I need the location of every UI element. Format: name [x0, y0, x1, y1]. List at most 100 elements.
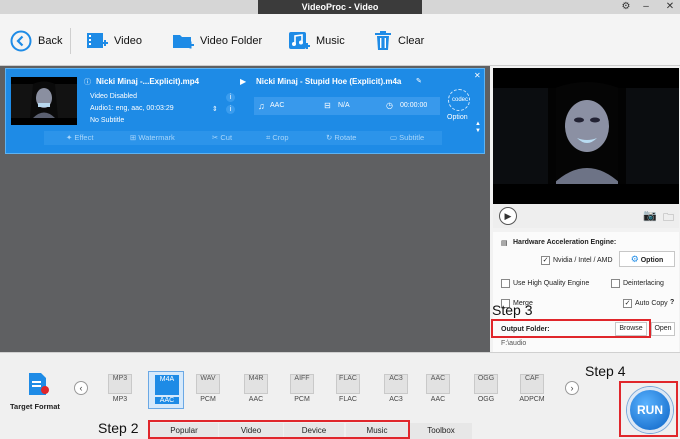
format-container-label: M4A: [159, 376, 175, 383]
hw-engine-title: Hardware Acceleration Engine:: [513, 239, 617, 246]
music-label: Music: [316, 35, 345, 47]
format-codec-label: ADPCM: [519, 396, 545, 403]
audio-info-badge[interactable]: i: [226, 105, 235, 114]
task-item[interactable]: ⓘ Nicki Minaj -...Explicit).mp4 Video Di…: [5, 68, 485, 154]
subtitle-label: Subtitle: [399, 133, 425, 142]
format-container-label: AIFF: [294, 375, 310, 382]
format-tile-flac[interactable]: FLAC FLAC: [330, 371, 366, 409]
auto-copy-checkbox[interactable]: ✓: [623, 299, 632, 308]
size-icon: ⊟: [324, 101, 331, 110]
add-video-button[interactable]: Video: [86, 28, 142, 54]
output-codec: AAC: [270, 102, 285, 109]
codec-option-button[interactable]: Option: [447, 114, 468, 121]
rotate-button[interactable]: ↻ Rotate: [326, 131, 356, 145]
format-tile-aiff[interactable]: AIFF PCM: [284, 371, 320, 409]
remove-task-icon[interactable]: ✕: [474, 71, 481, 80]
format-tile-ogg[interactable]: OGG OGG: [468, 371, 504, 409]
step3-label: Step 3: [492, 302, 533, 318]
target-format-label: Target Format: [10, 402, 60, 411]
add-music-button[interactable]: Music: [288, 28, 345, 54]
title-bar: VideoProc - Video ⚙ – ✕: [0, 0, 680, 14]
subtitle-button[interactable]: ▭ Subtitle: [390, 131, 424, 145]
target-format-icon: [26, 372, 50, 396]
video-status: Video Disabled: [90, 93, 137, 100]
audio-track-arrows-icon[interactable]: ⇕: [212, 105, 218, 113]
open-folder-button[interactable]: Open: [651, 322, 675, 336]
watermark-button[interactable]: ⊞ Watermark: [130, 131, 175, 145]
format-codec-label: PCM: [200, 396, 216, 403]
toolbar: Back Video Video Folder Music Clear: [0, 14, 680, 66]
crop-label: Crop: [272, 133, 289, 142]
output-size: N/A: [338, 102, 350, 109]
rotate-label: Rotate: [334, 133, 357, 142]
audio-track-select[interactable]: Audio1: eng, aac, 00:03:29: [90, 105, 174, 112]
convert-arrow-icon: ▶: [240, 77, 247, 86]
toolbar-divider: [70, 28, 71, 54]
auto-copy-help-icon[interactable]: ?: [670, 299, 674, 306]
format-tile-wav[interactable]: WAV PCM: [190, 371, 226, 409]
format-codec-label: AAC: [248, 396, 264, 403]
format-tile-m4r[interactable]: M4R AAC: [238, 371, 274, 409]
video-label: Video: [114, 35, 142, 47]
cut-button[interactable]: ✂ Cut: [212, 131, 232, 145]
step2-label: Step 2: [98, 420, 139, 436]
clear-button[interactable]: Clear: [374, 28, 424, 54]
open-snapshot-folder-icon[interactable]: 🗀: [663, 209, 674, 228]
format-container-label: M4R: [248, 375, 264, 382]
window-title: VideoProc - Video: [258, 0, 422, 14]
format-tile-m4a[interactable]: M4A AAC: [148, 371, 184, 409]
tab-toolbox[interactable]: Toolbox: [410, 423, 472, 439]
add-video-folder-button[interactable]: Video Folder: [172, 28, 262, 54]
folder-add-icon: [173, 35, 194, 49]
step3-highlight: [491, 319, 651, 338]
format-container-label: FLAC: [339, 375, 357, 382]
source-file-name: Nicki Minaj -...Explicit).mp4: [96, 77, 200, 86]
effect-button[interactable]: ✦ Effect: [66, 131, 93, 145]
hw-option-button[interactable]: ⚙ Option: [619, 251, 675, 267]
play-button[interactable]: ▶: [499, 207, 517, 225]
rename-pencil-icon[interactable]: ✎: [416, 77, 422, 85]
source-file-icon: ⓘ: [84, 79, 91, 86]
deinterlacing-label: Deinterlacing: [623, 280, 664, 287]
format-container-label: AC3: [389, 375, 403, 382]
high-quality-checkbox[interactable]: [501, 279, 510, 288]
nvidia-checkbox[interactable]: ✓: [541, 256, 550, 265]
format-tile-caf[interactable]: CAF ADPCM: [514, 371, 550, 409]
step2-highlight: [148, 420, 410, 439]
video-info-badge[interactable]: i: [226, 93, 235, 102]
run-button[interactable]: RUN: [627, 387, 673, 433]
clear-label: Clear: [398, 35, 425, 47]
format-container-label: WAV: [200, 375, 216, 382]
format-tile-aac[interactable]: AAC AAC: [420, 371, 456, 409]
snapshot-camera-icon[interactable]: 📷: [643, 209, 657, 222]
back-button[interactable]: Back: [10, 28, 62, 54]
edit-toolbar: ✦ Effect ⊞ Watermark ✂ Cut ⌗ Crop ↻ Rota…: [44, 131, 442, 145]
hw-option-label: Option: [640, 257, 664, 264]
format-codec-label: AC3: [389, 396, 403, 403]
effect-label: Effect: [74, 133, 94, 142]
format-container-label: MP3: [112, 375, 128, 382]
video-add-icon: [87, 33, 108, 48]
back-label: Back: [38, 35, 63, 47]
format-container-label: AAC: [430, 375, 446, 382]
cut-label: Cut: [220, 133, 233, 142]
minimize-icon[interactable]: –: [638, 0, 654, 14]
format-tile-mp3[interactable]: MP3 MP3: [102, 371, 138, 409]
format-tile-ac3[interactable]: AC3 AC3: [378, 371, 414, 409]
back-icon: [10, 30, 32, 52]
deinterlacing-checkbox[interactable]: [611, 279, 620, 288]
video-preview: [493, 68, 679, 204]
option-gear-icon: ⚙: [630, 254, 639, 264]
close-icon[interactable]: ✕: [662, 0, 678, 14]
task-scroll-up-icon[interactable]: ▲: [475, 121, 481, 127]
nvidia-label: Nvidia / Intel / AMD: [553, 257, 613, 264]
format-codec-label: AAC: [430, 396, 446, 403]
format-codec-label: OGG: [477, 396, 495, 403]
formats-next-button[interactable]: ›: [565, 381, 579, 395]
player-controls: ▶ 📷 🗀: [493, 204, 679, 228]
settings-gear-icon[interactable]: ⚙: [618, 0, 634, 14]
task-scroll-down-icon[interactable]: ▼: [475, 128, 481, 134]
step4-label: Step 4: [585, 363, 626, 379]
crop-button[interactable]: ⌗ Crop: [266, 131, 289, 145]
formats-prev-button[interactable]: ‹: [74, 381, 88, 395]
